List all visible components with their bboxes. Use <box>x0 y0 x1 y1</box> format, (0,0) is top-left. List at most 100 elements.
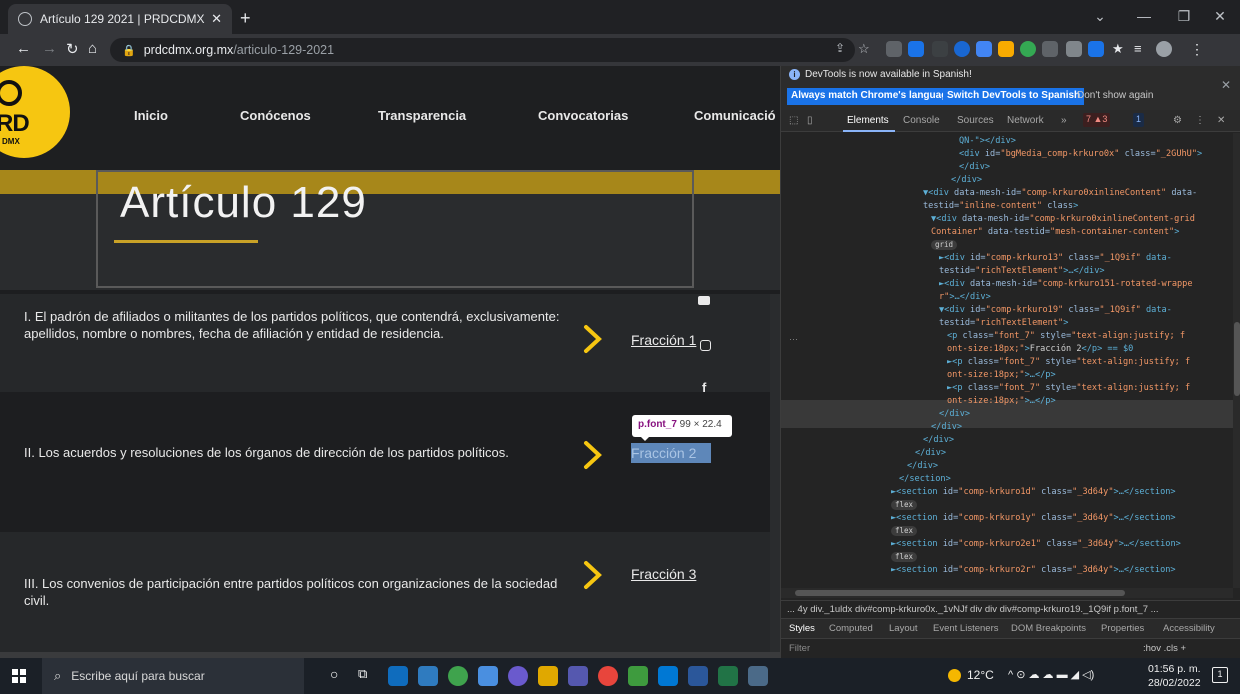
extension-icon[interactable] <box>976 41 992 57</box>
dom-node-line[interactable]: </div> <box>959 161 990 174</box>
system-tray-icons[interactable]: ^ ⊙ ☁ ☁ ▬ ◢ ◁) <box>1008 668 1094 681</box>
extension-icon[interactable] <box>886 41 902 57</box>
nav-convocatorias[interactable]: Convocatorias <box>538 108 628 123</box>
dom-node-line[interactable]: testid="inline-content" class> <box>923 200 1078 213</box>
back-button[interactable]: ← <box>16 40 31 57</box>
taskbar-search[interactable]: ⌕ Escribe aquí para buscar <box>42 658 304 694</box>
reading-list-icon[interactable]: ≡ <box>1134 41 1150 57</box>
chrome-menu-icon[interactable]: ⋮ <box>1190 41 1206 57</box>
tab-console[interactable]: Console <box>903 115 940 126</box>
fraction-3-link[interactable]: Fracción 3 <box>631 566 696 582</box>
subtab-accessibility[interactable]: Accessibility <box>1163 623 1215 634</box>
match-language-button[interactable]: Always match Chrome's language <box>787 88 957 105</box>
switch-spanish-button[interactable]: Switch DevTools to Spanish <box>943 88 1085 105</box>
more-tabs-button[interactable]: » <box>1061 115 1067 126</box>
messages-badge[interactable]: 1 <box>1133 113 1145 127</box>
close-devtools-icon[interactable]: ✕ <box>1217 115 1225 126</box>
chevron-right-icon[interactable] <box>583 440 603 470</box>
chevron-right-icon[interactable] <box>583 324 603 354</box>
issues-badge[interactable]: 7 ▲3 <box>1083 113 1111 127</box>
notification-icon[interactable]: 1 <box>1212 667 1228 683</box>
app-icon[interactable] <box>478 666 498 686</box>
dom-node-line[interactable]: </div> <box>923 434 954 447</box>
dom-node-line[interactable]: </div> <box>939 408 970 421</box>
dom-node-line[interactable]: ►<section id="comp-krkuro1y" class="_3d6… <box>891 512 1176 525</box>
fraction-1-link[interactable]: Fracción 1 <box>631 332 696 348</box>
scrollbar-thumb[interactable] <box>1234 322 1240 396</box>
extension-icon[interactable] <box>998 41 1014 57</box>
extension-icon[interactable] <box>1020 41 1036 57</box>
dom-node-line[interactable]: ►<div id="comp-krkuro13" class="_1Q9if" … <box>939 252 1172 265</box>
mail-icon[interactable] <box>658 666 678 686</box>
tab-network[interactable]: Network <box>1007 115 1044 126</box>
outlook-icon[interactable] <box>388 666 408 686</box>
app-icon[interactable] <box>508 666 528 686</box>
dom-node-line[interactable]: ▼<div id="comp-krkuro19" class="_1Q9if" … <box>939 304 1172 317</box>
dom-node-line[interactable]: testid="richTextElement"> <box>939 317 1068 330</box>
dom-node-line[interactable]: testid="richTextElement">…</div> <box>939 265 1105 278</box>
dom-tree[interactable]: QN-"></div> <div id="bgMedia_comp-krkuro0… <box>781 133 1233 588</box>
dom-node-line[interactable]: ▼<div data-mesh-id="comp-krkuro0xinlineC… <box>931 213 1195 226</box>
extensions-puzzle-icon[interactable]: ★ <box>1112 41 1128 57</box>
subtab-event-listeners[interactable]: Event Listeners <box>933 623 998 634</box>
close-infobar-icon[interactable]: ✕ <box>1221 78 1231 92</box>
dom-node-line[interactable]: ►<p class="font_7" style="text-align:jus… <box>947 356 1190 369</box>
dom-node-line[interactable]: flex <box>891 525 918 538</box>
dom-node-line[interactable]: <p class="font_7" style="text-align:just… <box>947 330 1185 343</box>
horizontal-scrollbar-thumb[interactable] <box>795 590 1125 596</box>
teams-icon[interactable] <box>568 666 588 686</box>
dom-node-line[interactable]: ▼<div data-mesh-id="comp-krkuro0xinlineC… <box>923 187 1197 200</box>
facebook-icon[interactable]: f <box>702 380 706 395</box>
extension-icon[interactable] <box>1066 41 1082 57</box>
profile-avatar[interactable] <box>1156 41 1172 57</box>
settings-gear-icon[interactable]: ⚙ <box>1173 115 1182 126</box>
dom-node-line[interactable]: ont-size:18px;">Fracción 2</p> == $0 <box>947 343 1133 356</box>
reload-button[interactable]: ↻ <box>66 40 79 58</box>
dom-node-line[interactable]: ►<section id="comp-krkuro2r" class="_3d6… <box>891 564 1176 577</box>
close-window-button[interactable]: ✕ <box>1200 8 1240 25</box>
devtools-menu-icon[interactable]: ⋮ <box>1195 115 1205 126</box>
extension-icon[interactable] <box>1088 41 1104 57</box>
subtab-styles[interactable]: Styles <box>789 623 815 634</box>
tab-elements[interactable]: Elements <box>847 115 889 126</box>
extension-icon[interactable] <box>954 41 970 57</box>
dom-node-line[interactable]: ►<p class="font_7" style="text-align:jus… <box>947 382 1190 395</box>
dom-node-line[interactable]: grid <box>931 239 958 252</box>
weather-widget[interactable]: 12°C <box>948 668 994 682</box>
share-icon[interactable]: ⇪ <box>835 41 851 57</box>
dom-node-line[interactable]: ont-size:18px;">…</p> <box>947 369 1056 382</box>
browser-tab[interactable]: Artículo 129 2021 | PRDCDMX ✕ <box>8 4 232 34</box>
tab-sources[interactable]: Sources <box>957 115 994 126</box>
dom-node-line[interactable]: QN-"></div> <box>959 135 1016 148</box>
windows-start-icon[interactable] <box>12 669 26 683</box>
minimize-window-button[interactable]: — <box>1124 8 1164 24</box>
cortana-icon[interactable]: ○ <box>330 666 350 686</box>
instagram-icon[interactable] <box>700 340 711 351</box>
chevron-right-icon[interactable] <box>583 560 603 590</box>
chrome-icon[interactable] <box>598 666 618 686</box>
nav-transparencia[interactable]: Transparencia <box>378 108 466 123</box>
dom-node-line[interactable]: </div> <box>931 421 962 434</box>
styles-filter-input[interactable]: Filter <box>789 643 810 654</box>
youtube-icon[interactable] <box>698 296 710 305</box>
dom-node-line[interactable]: </section> <box>899 473 951 486</box>
subtab-properties[interactable]: Properties <box>1101 623 1144 634</box>
dom-node-line[interactable]: ►<section id="comp-krkuro1d" class="_3d6… <box>891 486 1176 499</box>
subtab-computed[interactable]: Computed <box>829 623 873 634</box>
dom-node-line[interactable]: flex <box>891 551 918 564</box>
dom-node-line[interactable]: flex <box>891 499 918 512</box>
excel-icon[interactable] <box>718 666 738 686</box>
dom-node-line[interactable]: ►<section id="comp-krkuro2e1" class="_3d… <box>891 538 1181 551</box>
dom-node-line[interactable]: r">…</div> <box>939 291 991 304</box>
dom-node-line[interactable]: Container" data-testid="mesh-container-c… <box>931 226 1179 239</box>
address-bar[interactable]: 🔒 prdcdmx.org.mx/articulo-129-2021 <box>110 38 855 62</box>
new-tab-button[interactable]: + <box>240 8 251 29</box>
dom-node-line[interactable]: ►<div data-mesh-id="comp-krkuro151-rotat… <box>939 278 1193 291</box>
extension-new-icon[interactable] <box>908 41 924 57</box>
dom-node-line[interactable]: </div> <box>907 460 938 473</box>
extension-icon[interactable] <box>1042 41 1058 57</box>
nav-comunicacion[interactable]: Comunicació <box>694 108 776 123</box>
home-button[interactable]: ⌂ <box>88 40 97 57</box>
minimize-icon[interactable]: ⌄ <box>1080 8 1120 25</box>
word-icon[interactable] <box>688 666 708 686</box>
